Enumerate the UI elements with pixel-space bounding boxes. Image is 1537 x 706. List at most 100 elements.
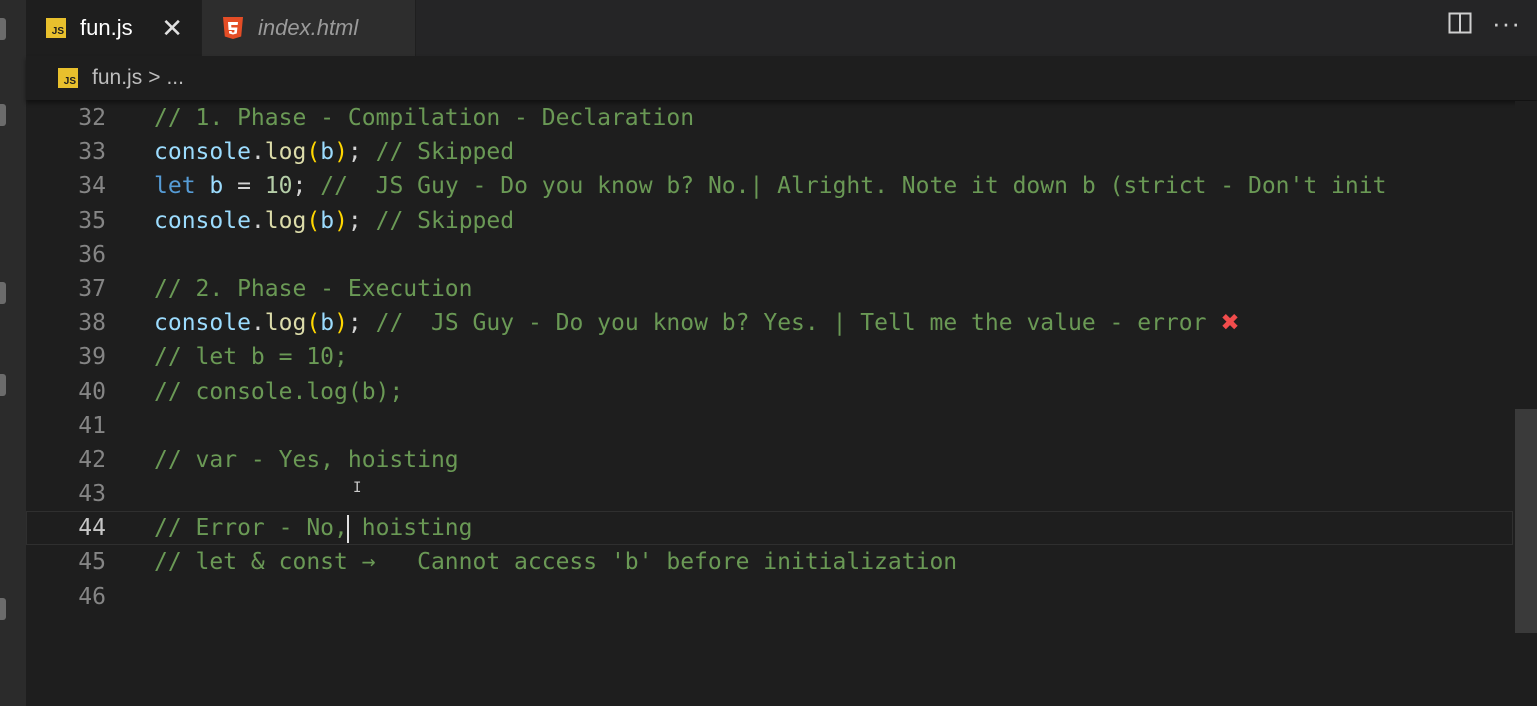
code-token: ; [292,173,321,200]
code-token: // let b = 10; [154,344,348,371]
code-token: log [264,207,307,234]
code-token: hoisting [347,515,473,542]
close-icon[interactable]: ✕ [161,15,183,41]
code-line[interactable]: 45 // let & const → Cannot access 'b' bef… [26,545,1513,579]
activity-marker [0,598,6,620]
code-line[interactable]: 44 // Error - No, hoisting [26,511,1513,546]
code-token: ; [347,139,376,166]
tab-bar: JS fun.js ✕ index.html ··· [26,0,1537,56]
line-number: 32 [78,105,106,131]
code-line[interactable]: 40 // console.log(b); [26,375,1513,409]
code-token: let [154,173,196,200]
code-token: ( [306,310,321,337]
line-number: 39 [78,344,106,371]
tab-index-html[interactable]: index.html [202,0,416,56]
code-token: b [209,173,224,200]
line-number: 44 [78,515,106,542]
code-line[interactable]: 38 console.log(b); // JS Guy - Do you kno… [26,306,1513,340]
line-text: // let b = 10; [154,340,348,374]
split-editor-icon[interactable] [1448,12,1472,34]
code-token: console [154,310,251,337]
code-line[interactable]: 36 [26,238,1513,272]
breadcrumb-file[interactable]: fun.js [92,66,142,90]
line-text: // console.log(b); [154,375,403,409]
code-token: log [264,139,307,166]
line-number: 46 [78,583,106,610]
code-token: // Skipped [375,207,515,234]
code-token: // JS Guy - Do you know b? No.| Alright.… [320,173,1387,200]
code-token: ( [306,207,321,234]
code-line[interactable]: 35 console.log(b); // Skipped [26,204,1513,238]
code-token: . [250,207,265,234]
code-line[interactable]: 39 // let b = 10; [26,340,1513,374]
breadcrumb-more[interactable]: ... [166,66,184,90]
tab-label: fun.js [80,15,133,40]
activity-marker [0,104,6,126]
code-token: ( [306,139,321,166]
chevron-right-icon: > [148,66,161,89]
line-text: // let & const → Cannot access 'b' befor… [154,545,957,579]
editor-actions: ··· [1448,10,1521,36]
line-number: 38 [78,310,106,337]
tab-fun-js[interactable]: JS fun.js ✕ [26,0,202,56]
vertical-scrollbar[interactable] [1515,101,1537,706]
line-number: 41 [78,412,106,439]
scrollbar-thumb[interactable] [1515,409,1537,633]
activity-marker [0,282,6,304]
code-token: b [320,207,335,234]
code-token: ; [347,207,376,234]
line-text: console.log(b); // Skipped [154,204,514,238]
code-token: ) [334,139,348,166]
code-area[interactable]: 32 // 1. Phase - Compilation - Declaratio… [26,101,1513,706]
code-token: b [320,310,335,337]
code-line[interactable]: 32 // 1. Phase - Compilation - Declaratio… [26,101,1513,135]
js-file-icon: JS [46,18,66,38]
line-text: console.log(b); // Skipped [154,135,514,169]
code-line[interactable]: 41 [26,409,1513,443]
line-number: 37 [78,275,106,302]
error-cross-icon: ✖ [1220,310,1240,337]
code-token: console [154,207,251,234]
code-token: log [264,310,307,337]
line-number: 42 [78,446,106,473]
code-token: // console.log(b); [154,378,404,405]
code-token: ) [334,207,348,234]
line-text: // 1. Phase - Compilation - Declaration [154,101,694,135]
activity-marker [0,374,6,396]
activity-bar [0,0,26,706]
line-number: 45 [78,549,106,576]
code-line[interactable]: 34 let b = 10; // JS Guy - Do you know b?… [26,169,1513,203]
code-line[interactable]: 46 [26,580,1513,614]
line-text: // 2. Phase - Execution [154,272,473,306]
code-token: b [320,139,335,166]
code-line[interactable]: 33 console.log(b); // Skipped [26,135,1513,169]
js-file-icon: JS [58,68,78,88]
code-token: 10 [264,173,293,200]
code-token: // JS Guy - Do you know b? Yes. | Tell m… [375,310,1221,337]
code-line[interactable]: 37 // 2. Phase - Execution [26,272,1513,306]
code-line[interactable]: 43 [26,477,1513,511]
code-token: // let & const → Cannot access 'b' befor… [154,549,958,576]
line-text: console.log(b); // JS Guy - Do you know … [154,306,1240,340]
code-token: // 1. Phase - Compilation - Declaration [154,105,695,131]
line-number: 40 [78,378,106,405]
more-actions-icon[interactable]: ··· [1492,10,1521,36]
editor: JS fun.js ✕ index.html ··· JS fun.js > .… [26,0,1537,706]
code-token: console [154,139,251,166]
code-token: ; [347,310,376,337]
code-line[interactable]: 42 // var - Yes, hoisting [26,443,1513,477]
activity-marker [0,18,6,40]
code-token: // Skipped [375,139,515,166]
line-text: // var - Yes, hoisting [154,443,459,477]
tab-label: index.html [258,15,359,40]
line-number: 34 [78,173,106,200]
line-text: // Error - No, hoisting [154,511,473,545]
line-number: 36 [78,241,106,268]
breadcrumb: JS fun.js > ... [26,56,1537,100]
text-cursor-icon: I [353,480,362,496]
code-token: // Error - No, [154,515,348,542]
code-token: ) [334,310,348,337]
code-token: = [223,173,265,200]
code-token: // var - Yes, hoisting [154,446,459,473]
